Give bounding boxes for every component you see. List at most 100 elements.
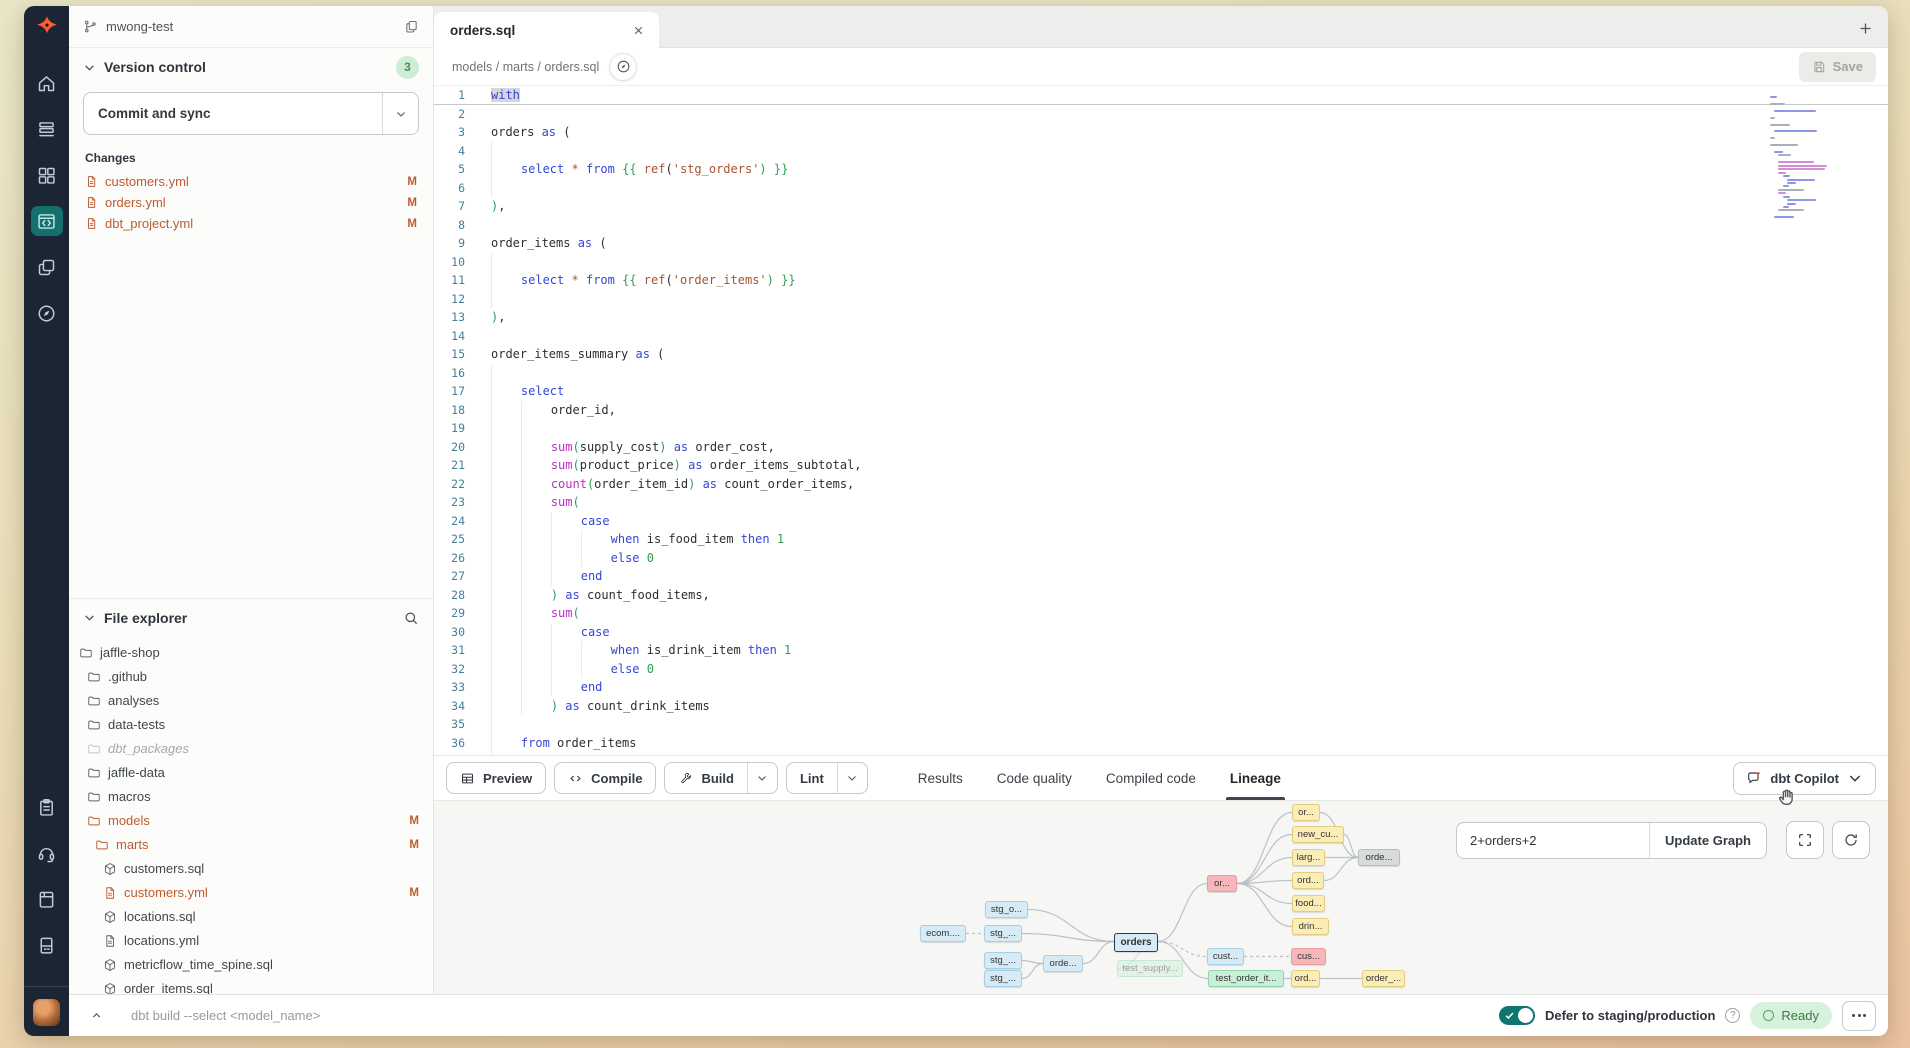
file-tree-item-customers-yml[interactable]: customers.ymlM (69, 881, 433, 905)
branch-row[interactable]: mwong-test (69, 6, 433, 48)
code-line[interactable]: 33 end (434, 678, 1888, 697)
rail-stack-button[interactable] (31, 114, 63, 144)
dbt-logo-icon[interactable] (33, 14, 61, 42)
code-line[interactable]: 10 (434, 253, 1888, 272)
panel-tab-lineage[interactable]: Lineage (1230, 756, 1281, 800)
lineage-node-gray1[interactable]: orde... (1358, 849, 1400, 866)
lineage-node-testoi[interactable]: test_order_it... (1208, 970, 1284, 987)
copy-branch-icon[interactable] (404, 19, 419, 34)
code-line[interactable]: 1with (434, 86, 1888, 105)
code-line[interactable]: 9order_items as ( (434, 234, 1888, 253)
code-line[interactable]: 8 (434, 216, 1888, 235)
version-control-header[interactable]: Version control 3 (69, 48, 433, 86)
file-tree-item-locations-sql[interactable]: locations.sql (69, 905, 433, 929)
changed-file-row[interactable]: dbt_project.ymlM (69, 213, 433, 234)
lineage-node-y6[interactable]: drin... (1292, 918, 1329, 935)
lineage-node-cust[interactable]: cust... (1207, 948, 1244, 965)
file-tree-item-analyses[interactable]: analyses (69, 689, 433, 713)
code-line[interactable]: 3orders as ( (434, 123, 1888, 142)
lineage-node-y5[interactable]: food... (1292, 895, 1325, 912)
command-input[interactable]: dbt build --select <model_name> (131, 1008, 1489, 1023)
file-tree-item-macros[interactable]: macros (69, 785, 433, 809)
code-line[interactable]: 24 case (434, 512, 1888, 531)
file-tree-item-jaffle-data[interactable]: jaffle-data (69, 761, 433, 785)
code-line[interactable]: 35 (434, 715, 1888, 734)
code-line[interactable]: 2 (434, 105, 1888, 124)
code-line[interactable]: 32 else 0 (434, 660, 1888, 679)
update-graph-button[interactable]: Update Graph (1649, 823, 1766, 858)
rail-clipboard-button[interactable] (31, 792, 63, 822)
tab-orders-sql[interactable]: orders.sql (434, 12, 659, 48)
code-line[interactable]: 34 ) as count_drink_items (434, 697, 1888, 716)
lint-options-caret[interactable] (837, 763, 867, 793)
lineage-node-y4[interactable]: ord... (1292, 872, 1324, 889)
code-line[interactable]: 23 sum( (434, 493, 1888, 512)
expand-command-panel-button[interactable] (85, 1005, 107, 1027)
code-line[interactable]: 25 when is_food_item then 1 (434, 530, 1888, 549)
rail-notebook-button[interactable] (31, 884, 63, 914)
file-tree-item-models[interactable]: modelsM (69, 809, 433, 833)
code-line[interactable]: 36 from order_items (434, 734, 1888, 753)
file-tree-item-customers-sql[interactable]: customers.sql (69, 857, 433, 881)
code-line[interactable]: 19 (434, 419, 1888, 438)
file-explorer-header[interactable]: File explorer (69, 599, 433, 637)
lineage-node-stg3[interactable]: stg_... (984, 952, 1022, 969)
lineage-node-orders[interactable]: orders (1114, 933, 1158, 952)
refresh-button[interactable] (1832, 821, 1870, 859)
code-line[interactable]: 29 sum( (434, 604, 1888, 623)
user-avatar[interactable] (33, 999, 60, 1026)
code-editor[interactable]: 1with23orders as (4 5 select * from {{ r… (434, 86, 1888, 755)
code-line[interactable]: 6 (434, 179, 1888, 198)
code-line[interactable]: 16 (434, 364, 1888, 383)
help-icon[interactable]: ? (1725, 1008, 1740, 1023)
lineage-selector-input[interactable]: 2+orders+2 (1457, 823, 1649, 858)
file-tree-item-metricflow-time-spine-sql[interactable]: metricflow_time_spine.sql (69, 953, 433, 977)
changed-file-row[interactable]: orders.ymlM (69, 192, 433, 213)
file-tree-item-jaffle-shop[interactable]: jaffle-shop (69, 641, 433, 665)
file-tree-item-order-items-sql[interactable]: order_items.sql (69, 977, 433, 995)
code-line[interactable]: 31 when is_drink_item then 1 (434, 641, 1888, 660)
preview-button[interactable]: Preview (446, 762, 546, 794)
file-tree-item-locations-yml[interactable]: locations.yml (69, 929, 433, 953)
compile-button[interactable]: Compile (554, 762, 656, 794)
panel-tab-compiled-code[interactable]: Compiled code (1106, 756, 1196, 800)
code-line[interactable]: 4 (434, 142, 1888, 161)
file-tree-item-dbt-packages[interactable]: dbt_packages (69, 737, 433, 761)
new-tab-icon[interactable] (1857, 20, 1874, 37)
build-options-caret[interactable] (747, 763, 777, 793)
lint-button[interactable]: Lint (787, 763, 837, 793)
rail-compass-button[interactable] (31, 298, 63, 328)
file-tree-item-data-tests[interactable]: data-tests (69, 713, 433, 737)
lineage-node-y8[interactable]: order_... (1362, 970, 1405, 987)
code-line[interactable]: 20 sum(supply_cost) as order_cost, (434, 438, 1888, 457)
rail-copy-button[interactable] (31, 252, 63, 282)
code-line[interactable]: 7), (434, 197, 1888, 216)
code-line[interactable]: 17 select (434, 382, 1888, 401)
code-line[interactable]: 27 end (434, 567, 1888, 586)
ide-status-badge[interactable]: Ready (1750, 1002, 1832, 1029)
save-button[interactable]: Save (1799, 52, 1876, 82)
lineage-node-stg4[interactable]: stg_... (984, 970, 1022, 987)
rail-grid-button[interactable] (31, 160, 63, 190)
panel-tab-results[interactable]: Results (918, 756, 963, 800)
lineage-panel[interactable]: ecom....stg_o...stg_...stg_...stg_...ord… (434, 800, 1888, 994)
open-compiled-icon[interactable] (609, 53, 637, 81)
lineage-node-ecom[interactable]: ecom.... (920, 925, 966, 942)
rail-headset-button[interactable] (31, 838, 63, 868)
code-line[interactable]: 22 count(order_item_id) as count_order_i… (434, 475, 1888, 494)
code-line[interactable]: 13), (434, 308, 1888, 327)
changed-file-row[interactable]: customers.ymlM (69, 171, 433, 192)
defer-toggle[interactable] (1499, 1006, 1535, 1025)
lineage-node-orde1[interactable]: orde... (1043, 955, 1083, 972)
commit-and-sync-label[interactable]: Commit and sync (84, 93, 382, 134)
lineage-node-testsup[interactable]: test_supply... (1117, 960, 1183, 977)
code-line[interactable]: 5 select * from {{ ref('stg_orders') }} (434, 160, 1888, 179)
rail-home-button[interactable] (31, 68, 63, 98)
lineage-node-stg2[interactable]: stg_... (984, 925, 1022, 942)
rail-kiosk-button[interactable] (31, 930, 63, 960)
lineage-node-y1[interactable]: or... (1292, 804, 1320, 821)
lineage-node-y3[interactable]: larg... (1292, 849, 1325, 866)
code-line[interactable]: 15order_items_summary as ( (434, 345, 1888, 364)
file-tree-item-marts[interactable]: martsM (69, 833, 433, 857)
minimap[interactable] (1768, 96, 1840, 223)
